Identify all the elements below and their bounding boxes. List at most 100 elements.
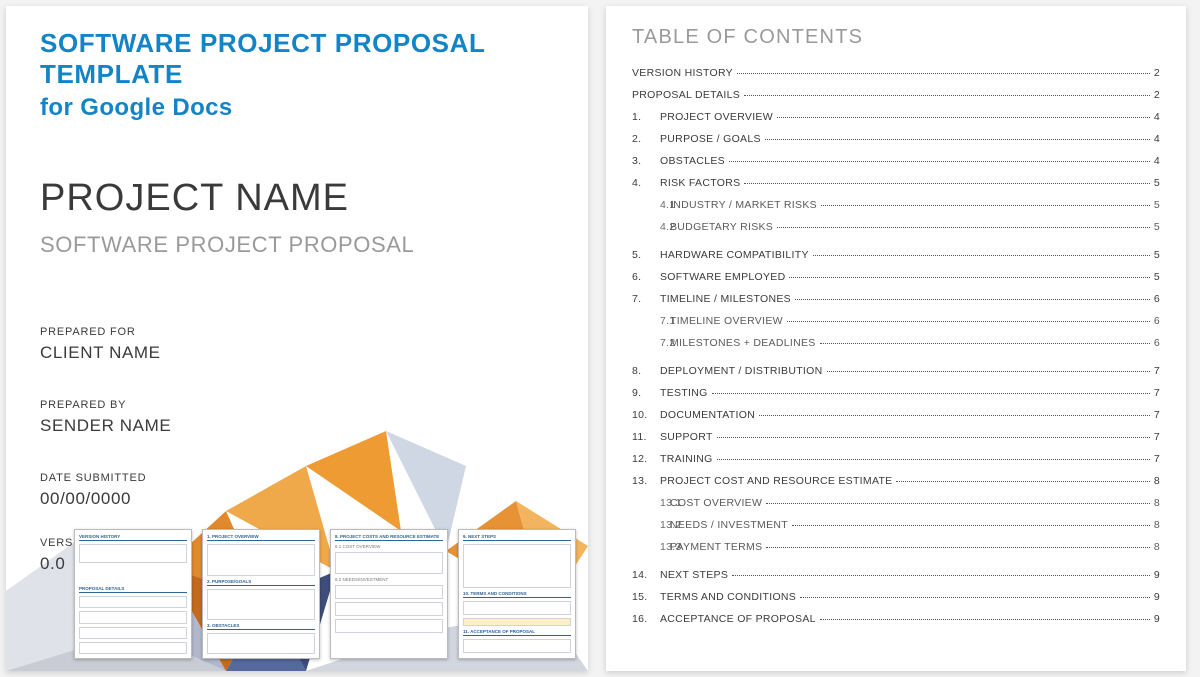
toc-row[interactable]: 7.2MILESTONES + DEADLINES6 — [632, 337, 1160, 349]
toc-leader-dots — [777, 227, 1150, 228]
toc-leader-dots — [827, 371, 1150, 372]
toc-row[interactable]: 13.2NEEDS / INVESTMENT8 — [632, 519, 1160, 531]
toc-page-number: 6 — [1154, 315, 1160, 327]
toc-row[interactable]: 10.DOCUMENTATION7 — [632, 409, 1160, 421]
toc-row[interactable]: 7.1TIMELINE OVERVIEW6 — [632, 315, 1160, 327]
prepared-for-block: PREPARED FOR CLIENT NAME — [40, 326, 554, 363]
toc-row[interactable]: 2.PURPOSE / GOALS4 — [632, 133, 1160, 145]
toc-row[interactable]: 8.DEPLOYMENT / DISTRIBUTION7 — [632, 365, 1160, 377]
toc-page-number: 7 — [1154, 431, 1160, 443]
toc-page-number: 6 — [1154, 293, 1160, 305]
toc-label: PROPOSAL DETAILS — [632, 89, 740, 101]
toc-number: 13. — [632, 475, 660, 487]
toc-label: PROJECT COST AND RESOURCE ESTIMATE — [660, 475, 892, 487]
toc-number: 12. — [632, 453, 660, 465]
toc-row[interactable]: 4.2BUDGETARY RISKS5 — [632, 221, 1160, 233]
prepared-by-label: PREPARED BY — [40, 399, 554, 411]
toc-page-number: 8 — [1154, 541, 1160, 553]
toc-leader-dots — [717, 459, 1150, 460]
toc-label: ACCEPTANCE OF PROPOSAL — [660, 613, 816, 625]
date-label: DATE SUBMITTED — [40, 472, 554, 484]
toc-label: VERSION HISTORY — [632, 67, 733, 79]
toc-label: INDUSTRY / MARKET RISKS — [670, 199, 817, 211]
toc-label: TERMS AND CONDITIONS — [660, 591, 796, 603]
toc-row[interactable]: 14.NEXT STEPS9 — [632, 569, 1160, 581]
thumb3-h1: 8. PROJECT COSTS AND RESOURCE ESTIMATE — [335, 534, 443, 541]
thumbnail-page-3[interactable]: 8. PROJECT COSTS AND RESOURCE ESTIMATE 8… — [330, 529, 448, 659]
toc-leader-dots — [813, 255, 1150, 256]
thumb1-h2: PROPOSAL DETAILS — [79, 586, 187, 593]
toc-leader-dots — [765, 139, 1150, 140]
toc-row[interactable]: 16.ACCEPTANCE OF PROPOSAL9 — [632, 613, 1160, 625]
thumbnail-page-4[interactable]: 9. NEXT STEPS 10. TERMS AND CONDITIONS 1… — [458, 529, 576, 659]
prepared-for-label: PREPARED FOR — [40, 326, 554, 338]
toc-number: 5. — [632, 249, 660, 261]
template-title-line1: SOFTWARE PROJECT PROPOSAL TEMPLATE — [40, 28, 554, 90]
toc-page: TABLE OF CONTENTS VERSION HISTORY2PROPOS… — [606, 6, 1186, 671]
toc-leader-dots — [795, 299, 1150, 300]
toc-row[interactable]: PROPOSAL DETAILS 2 — [632, 89, 1160, 101]
toc-number: 8. — [632, 365, 660, 377]
toc-page-number: 6 — [1154, 337, 1160, 349]
toc-row[interactable]: 3.OBSTACLES4 — [632, 155, 1160, 167]
toc-leader-dots — [787, 321, 1150, 322]
toc-number: 4.2 — [632, 221, 670, 233]
toc-row[interactable]: 12.TRAINING7 — [632, 453, 1160, 465]
toc-page-number: 8 — [1154, 519, 1160, 531]
toc-row[interactable]: VERSION HISTORY2 — [632, 67, 1160, 79]
toc-row[interactable]: 7.TIMELINE / MILESTONES6 — [632, 293, 1160, 305]
toc-leader-dots — [759, 415, 1150, 416]
toc-leader-dots — [820, 343, 1150, 344]
toc-row[interactable]: 15.TERMS AND CONDITIONS9 — [632, 591, 1160, 603]
toc-label: TIMELINE / MILESTONES — [660, 293, 791, 305]
toc-row[interactable]: 9.TESTING7 — [632, 387, 1160, 399]
toc-page-number: 9 — [1154, 569, 1160, 581]
toc-label: DEPLOYMENT / DISTRIBUTION — [660, 365, 823, 377]
toc-label: NEEDS / INVESTMENT — [670, 519, 788, 531]
toc-row[interactable]: 6.SOFTWARE EMPLOYED5 — [632, 271, 1160, 283]
toc-leader-dots — [777, 117, 1150, 118]
toc-label: SUPPORT — [660, 431, 713, 443]
toc-number: 11. — [632, 431, 660, 443]
toc-label: TIMELINE OVERVIEW — [670, 315, 783, 327]
toc-label: TRAINING — [660, 453, 713, 465]
toc-row[interactable]: 11.SUPPORT 7 — [632, 431, 1160, 443]
toc-label: PAYMENT TERMS — [670, 541, 762, 553]
thumb1-h1: VERSION HISTORY — [79, 534, 187, 541]
toc-row[interactable]: 1.PROJECT OVERVIEW4 — [632, 111, 1160, 123]
toc-leader-dots — [821, 205, 1150, 206]
toc-row[interactable]: 5.HARDWARE COMPATIBILITY5 — [632, 249, 1160, 261]
toc-label: DOCUMENTATION — [660, 409, 755, 421]
toc-page-number: 2 — [1154, 89, 1160, 101]
thumb4-h2: 10. TERMS AND CONDITIONS — [463, 591, 571, 598]
toc-leader-dots — [732, 575, 1150, 576]
toc-row[interactable]: 13.3PAYMENT TERMS 8 — [632, 541, 1160, 553]
toc-label: HARDWARE COMPATIBILITY — [660, 249, 809, 261]
thumbnail-page-1[interactable]: VERSION HISTORY PROPOSAL DETAILS — [74, 529, 192, 659]
toc-leader-dots — [717, 437, 1150, 438]
thumbnail-page-2[interactable]: 1. PROJECT OVERVIEW 2. PURPOSE/GOALS 3. … — [202, 529, 320, 659]
toc-row[interactable]: 4.RISK FACTORS5 — [632, 177, 1160, 189]
toc-row[interactable]: 13.1COST OVERVIEW8 — [632, 497, 1160, 509]
thumb4-h3: 11. ACCEPTANCE OF PROPOSAL — [463, 629, 571, 636]
toc-leader-dots — [789, 277, 1149, 278]
toc-page-number: 9 — [1154, 591, 1160, 603]
thumb2-h2: 2. PURPOSE/GOALS — [207, 579, 315, 586]
toc-page-number: 5 — [1154, 199, 1160, 211]
cover-page: SOFTWARE PROJECT PROPOSAL TEMPLATE for G… — [6, 6, 588, 671]
toc-label: SOFTWARE EMPLOYED — [660, 271, 785, 283]
toc-number: 10. — [632, 409, 660, 421]
toc-leader-dots — [766, 547, 1149, 548]
toc-number: 13.3 — [632, 541, 670, 553]
toc-page-number: 7 — [1154, 387, 1160, 399]
toc-number: 4. — [632, 177, 660, 189]
thumb2-h3: 3. OBSTACLES — [207, 623, 315, 630]
toc-row[interactable]: 4.1INDUSTRY / MARKET RISKS5 — [632, 199, 1160, 211]
toc-leader-dots — [792, 525, 1150, 526]
toc-row[interactable]: 13.PROJECT COST AND RESOURCE ESTIMATE8 — [632, 475, 1160, 487]
toc-label: RISK FACTORS — [660, 177, 740, 189]
toc-list: VERSION HISTORY2 PROPOSAL DETAILS 2 1.PROJE… — [632, 67, 1160, 625]
toc-leader-dots — [729, 161, 1150, 162]
toc-page-number: 9 — [1154, 613, 1160, 625]
toc-leader-dots — [744, 95, 1150, 96]
